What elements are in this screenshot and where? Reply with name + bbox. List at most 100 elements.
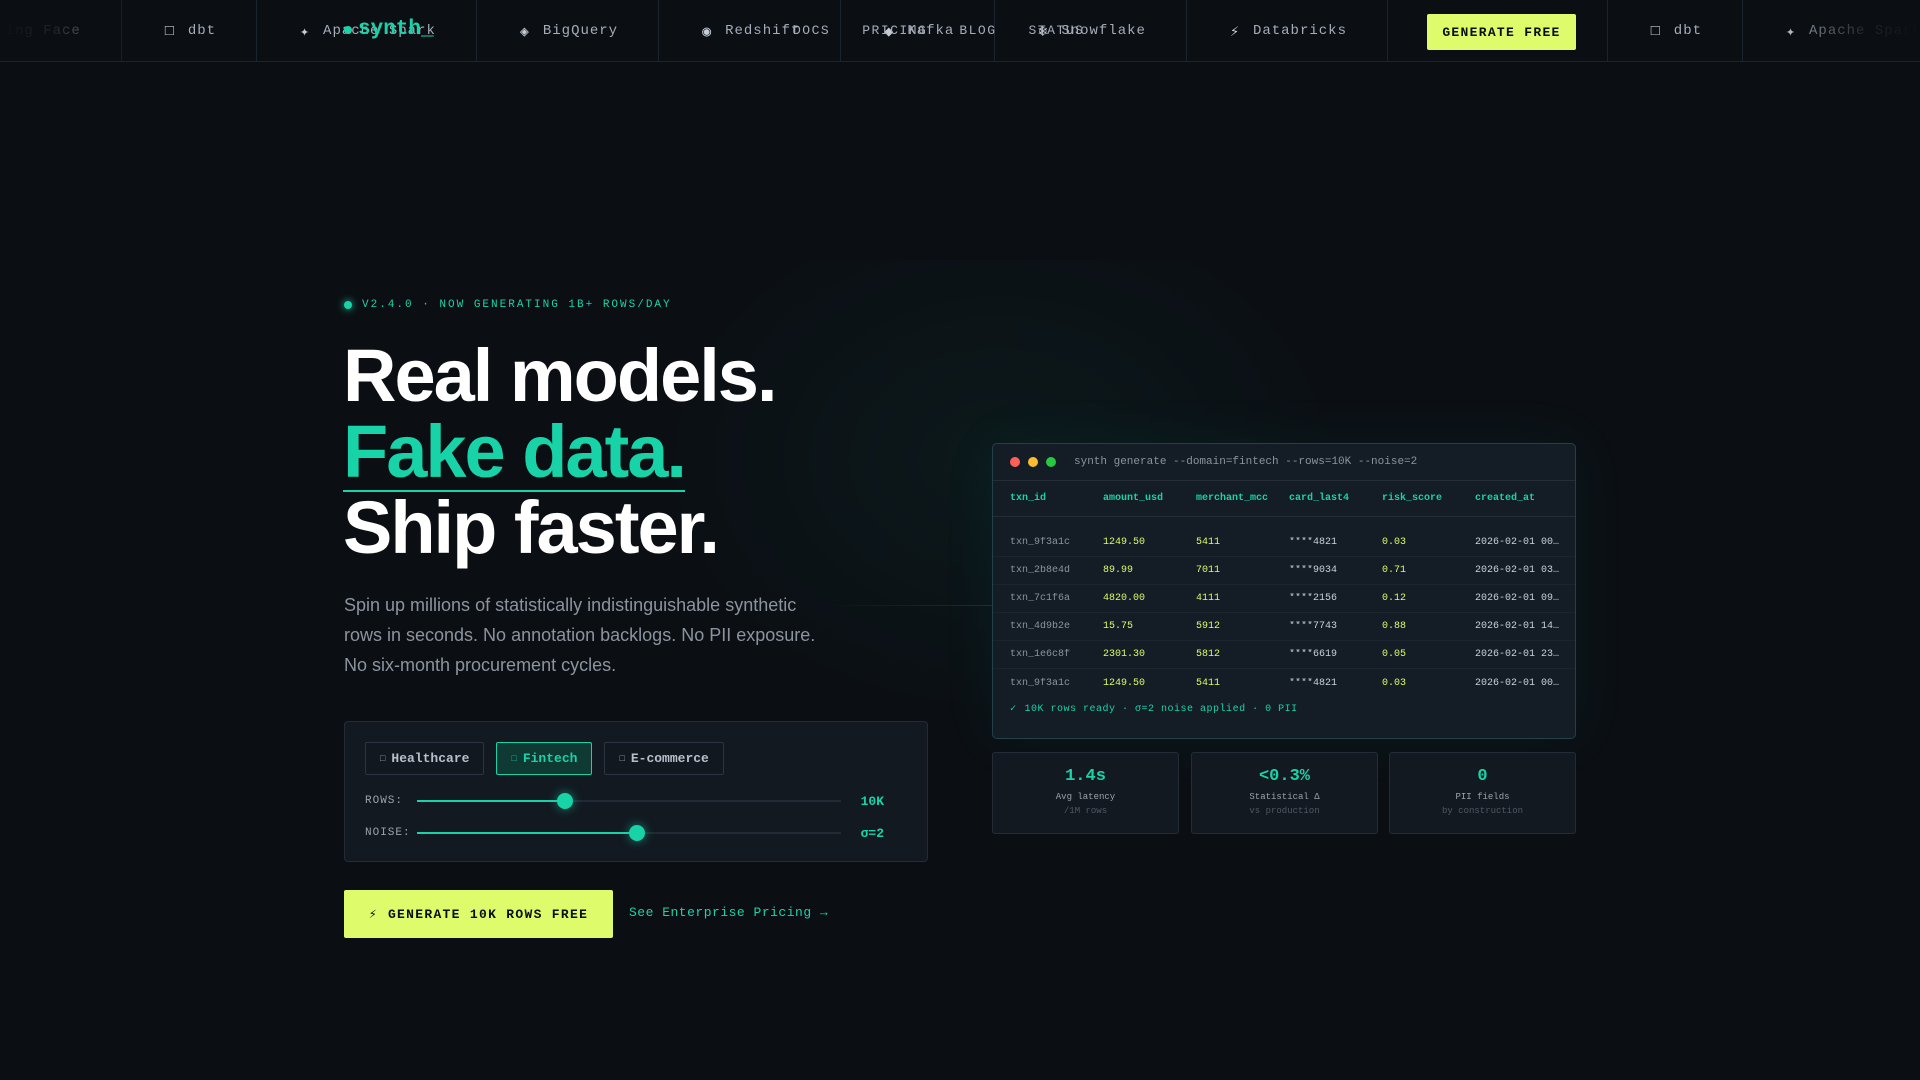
- version-badge-text: V2.4.0 · NOW GENERATING 1B+ ROWS/DAY: [362, 299, 672, 311]
- terminal-preview: synth generate --domain=fintech --rows=1…: [992, 443, 1576, 739]
- stat-label: Statistical Δ: [1249, 792, 1320, 802]
- table-cell-card-last4: ****4821: [1289, 537, 1338, 548]
- stat-card-statistical-delta: <0.3% Statistical Δ vs production: [1191, 752, 1378, 834]
- tab-square-icon: □: [380, 753, 386, 764]
- column-header: card_last4: [1289, 493, 1350, 504]
- lightning-icon: ⚡: [368, 906, 378, 922]
- table-header: txn_id amount_usd merchant_mcc card_last4 ri…: [993, 481, 1575, 517]
- table-cell-created-at: 2026-02-01 23:58:11: [1475, 649, 1568, 660]
- table-cell-risk-score: 0.88: [1382, 621, 1407, 632]
- generate-free-button[interactable]: GENERATE FREE: [1427, 14, 1576, 50]
- generate-rows-label: GENERATE 10K ROWS FREE: [387, 906, 589, 922]
- noise-slider-track[interactable]: [417, 825, 841, 841]
- nav-link-pricing[interactable]: PRICING: [862, 23, 927, 38]
- table-cell-amount-usd: 89.99: [1103, 565, 1134, 576]
- headline-line-1: Real models.: [343, 334, 778, 417]
- noise-slider-row: NOISE: σ=2: [365, 823, 909, 843]
- table-cell-txn-id: txn_4d9b2e: [1010, 621, 1071, 632]
- headline-line-3: Ship faster.: [343, 486, 720, 569]
- logo-text: synth_: [358, 18, 434, 41]
- tab-healthcare[interactable]: □ Healthcare: [365, 742, 485, 775]
- enterprise-pricing-link[interactable]: See Enterprise Pricing →: [629, 905, 828, 920]
- nav-link-blog[interactable]: BLOG: [959, 23, 996, 38]
- tab-square-icon: □: [619, 753, 625, 764]
- stat-value: 0: [1477, 767, 1488, 786]
- noise-slider-thumb[interactable]: [629, 825, 646, 841]
- table-cell-created-at: 2026-02-01 00:14:22: [1475, 677, 1568, 689]
- table-cell-card-last4: ****9034: [1289, 565, 1338, 576]
- tab-square-icon: □: [511, 753, 517, 764]
- table-row: txn_9f3a1c 1249.50 5411 ****4821 0.03 2026-02…: [993, 529, 1575, 557]
- table-cell-card-last4: ****4821: [1289, 677, 1338, 689]
- stat-sublabel: vs production: [1249, 806, 1320, 816]
- noise-label: NOISE:: [365, 827, 411, 839]
- table-row: txn_2b8e4d 89.99 7011 ****9034 0.71 2026-02-0…: [993, 557, 1575, 585]
- domain-tabs: □ Healthcare □ Fintech □ E-commerce: [365, 742, 724, 775]
- rows-slider-track[interactable]: [417, 793, 841, 809]
- table-cell-txn-id: txn_9f3a1c: [1010, 677, 1071, 689]
- rows-slider-fill: [417, 800, 566, 802]
- stat-card-latency: 1.4s Avg latency /1M rows: [992, 752, 1179, 834]
- table-body: txn_9f3a1c 1249.50 5411 ****4821 0.03 2026-02…: [993, 517, 1575, 697]
- table-cell-risk-score: 0.03: [1382, 537, 1407, 548]
- column-header: txn_id: [1010, 493, 1047, 504]
- rows-slider-row: ROWS: 10K: [365, 791, 909, 811]
- tab-label: E-commerce: [630, 751, 709, 766]
- table-cell-created-at: 2026-02-01 00:14:22: [1475, 537, 1568, 548]
- nav-link-status[interactable]: STATUS: [1029, 23, 1085, 38]
- tab-fintech[interactable]: □ Fintech: [496, 742, 593, 775]
- hero-headline: Real models. Fake data. Ship faster.: [343, 334, 778, 569]
- terminal-status-text: 10K rows ready · σ=2 noise applied · 0 P…: [1024, 703, 1298, 715]
- stat-label: Avg latency: [1055, 792, 1116, 802]
- table-cell-merchant-mcc: 5411: [1196, 537, 1221, 548]
- stat-sublabel: by construction: [1441, 806, 1523, 816]
- table-cell-amount-usd: 15.75: [1103, 621, 1134, 632]
- check-icon: ✓: [1010, 704, 1017, 715]
- table-cell-card-last4: ****6619: [1289, 649, 1338, 660]
- close-dot-icon: [1010, 457, 1020, 467]
- table-cell-amount-usd: 1249.50: [1103, 677, 1146, 689]
- table-cell-risk-score: 0.71: [1382, 565, 1407, 576]
- stat-sublabel: /1M rows: [1063, 806, 1108, 816]
- table-cell-txn-id: txn_9f3a1c: [1010, 537, 1071, 548]
- table-cell-merchant-mcc: 4111: [1196, 593, 1221, 604]
- column-header: merchant_mcc: [1196, 493, 1269, 504]
- rows-slider-thumb[interactable]: [557, 793, 574, 809]
- table-cell-txn-id: txn_2b8e4d: [1010, 565, 1071, 576]
- table-cell-amount-usd: 4820.00: [1103, 593, 1146, 604]
- table-cell-merchant-mcc: 5812: [1196, 649, 1221, 660]
- nav-links: DOCS PRICING BLOG STATUS: [793, 23, 1084, 38]
- headline-line-2: Fake data.: [343, 410, 687, 493]
- maximize-dot-icon: [1046, 457, 1056, 467]
- table-cell-merchant-mcc: 5912: [1196, 621, 1221, 632]
- column-header: risk_score: [1382, 493, 1443, 504]
- rows-value: 10K: [860, 793, 884, 809]
- table-cell-txn-id: txn_1e6c8f: [1010, 649, 1071, 660]
- logo[interactable]: synth_: [344, 18, 434, 41]
- stat-value: 1.4s: [1065, 767, 1106, 786]
- column-header: amount_usd: [1103, 493, 1164, 504]
- nav-link-docs[interactable]: DOCS: [793, 23, 830, 38]
- table-cell-txn-id: txn_7c1f6a: [1010, 593, 1071, 604]
- tab-label: Fintech: [522, 751, 578, 766]
- table-cell-amount-usd: 1249.50: [1103, 537, 1146, 548]
- top-nav: synth_ DOCS PRICING BLOG STATUS GENERATE…: [0, 0, 1920, 62]
- table-row: txn_4d9b2e 15.75 5912 ****7743 0.88 2026-02-0…: [993, 613, 1575, 641]
- terminal-status: ✓ 10K rows ready · σ=2 noise applied · 0…: [1010, 703, 1298, 716]
- generator-config-panel: □ Healthcare □ Fintech □ E-commerce ROWS…: [344, 721, 928, 862]
- rows-label: ROWS:: [365, 795, 404, 807]
- table-row: txn_7c1f6a 4820.00 4111 ****2156 0.12 2026-02…: [993, 585, 1575, 613]
- table-cell-card-last4: ****7743: [1289, 621, 1338, 632]
- tab-ecommerce[interactable]: □ E-commerce: [604, 742, 724, 775]
- tab-label: Healthcare: [391, 751, 470, 766]
- terminal-command: synth generate --domain=fintech --rows=1…: [1074, 456, 1418, 468]
- column-header: created_at: [1475, 493, 1536, 504]
- connector-line: [820, 605, 992, 606]
- generate-rows-button[interactable]: ⚡ GENERATE 10K ROWS FREE: [344, 890, 613, 938]
- table-cell-merchant-mcc: 5411: [1196, 677, 1221, 689]
- stat-card-pii: 0 PII fields by construction: [1389, 752, 1576, 834]
- table-cell-merchant-mcc: 7011: [1196, 565, 1221, 576]
- minimize-dot-icon: [1028, 457, 1038, 467]
- table-cell-risk-score: 0.03: [1382, 677, 1407, 689]
- terminal-titlebar: synth generate --domain=fintech --rows=1…: [993, 444, 1575, 481]
